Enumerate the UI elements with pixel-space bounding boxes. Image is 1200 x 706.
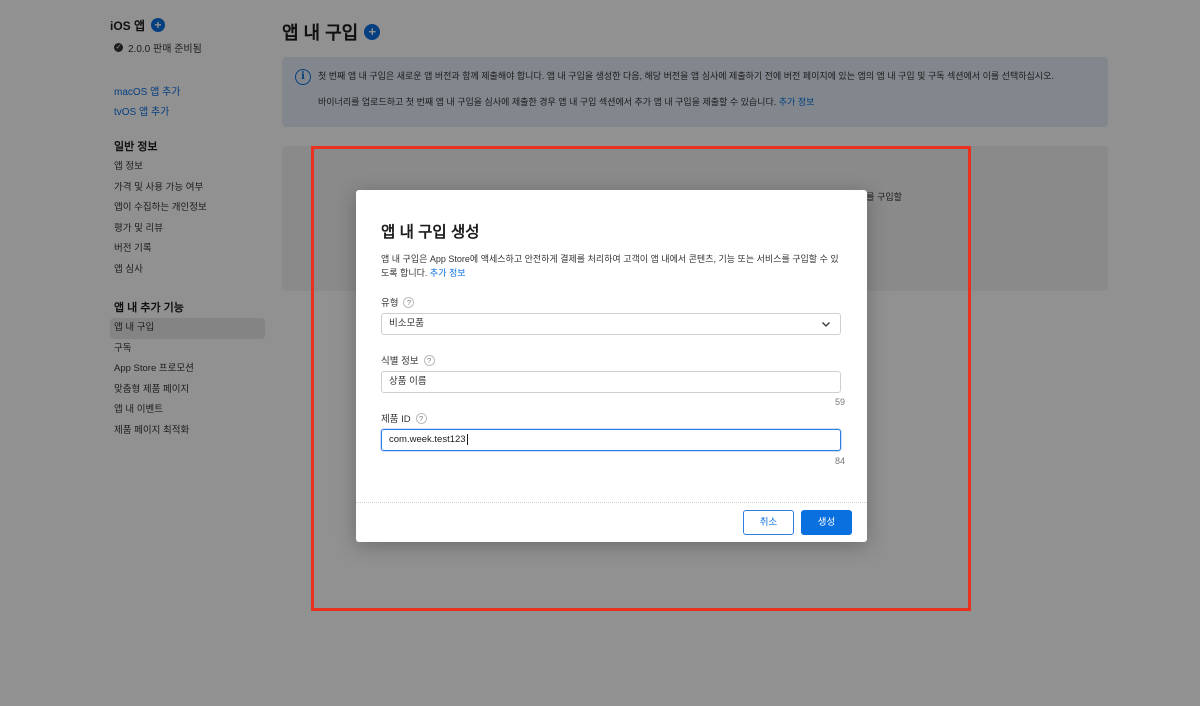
question-circle-icon[interactable]: ? bbox=[423, 354, 435, 366]
type-select[interactable]: 비소모품 bbox=[381, 313, 841, 335]
product-id-label-text: 제품 ID bbox=[381, 414, 411, 425]
product-id-input[interactable]: com.week.test123 bbox=[381, 429, 841, 451]
product-id-label: 제품 ID ? bbox=[381, 411, 427, 425]
reference-name-label-text: 식별 정보 bbox=[381, 356, 419, 367]
create-iap-modal: 앱 내 구입 생성 앱 내 구입은 App Store에 액세스하고 안전하게 … bbox=[356, 190, 867, 542]
product-id-counter: 84 bbox=[834, 456, 845, 466]
reference-name-value: 상품 이름 bbox=[389, 376, 427, 387]
question-circle-icon[interactable]: ? bbox=[403, 296, 415, 308]
create-button[interactable]: 생성 bbox=[801, 510, 852, 535]
modal-footer-divider bbox=[356, 502, 867, 503]
reference-name-input[interactable]: 상품 이름 bbox=[381, 371, 841, 393]
chevron-down-icon bbox=[822, 322, 830, 327]
cancel-button[interactable]: 취소 bbox=[743, 510, 794, 535]
type-label: 유형 ? bbox=[381, 295, 415, 309]
question-circle-icon[interactable]: ? bbox=[415, 412, 427, 424]
type-select-value: 비소모품 bbox=[389, 318, 424, 329]
type-label-text: 유형 bbox=[381, 298, 399, 309]
reference-name-counter: 59 bbox=[834, 397, 845, 407]
product-id-value: com.week.test123 bbox=[389, 434, 466, 445]
modal-title: 앱 내 구입 생성 bbox=[381, 224, 480, 241]
modal-description: 앱 내 구입은 App Store에 액세스하고 안전하게 결제를 처리하여 고… bbox=[381, 252, 843, 280]
reference-name-label: 식별 정보 ? bbox=[381, 353, 435, 367]
text-caret bbox=[466, 433, 468, 445]
modal-more-info-link[interactable]: 추가 정보 bbox=[430, 268, 466, 278]
